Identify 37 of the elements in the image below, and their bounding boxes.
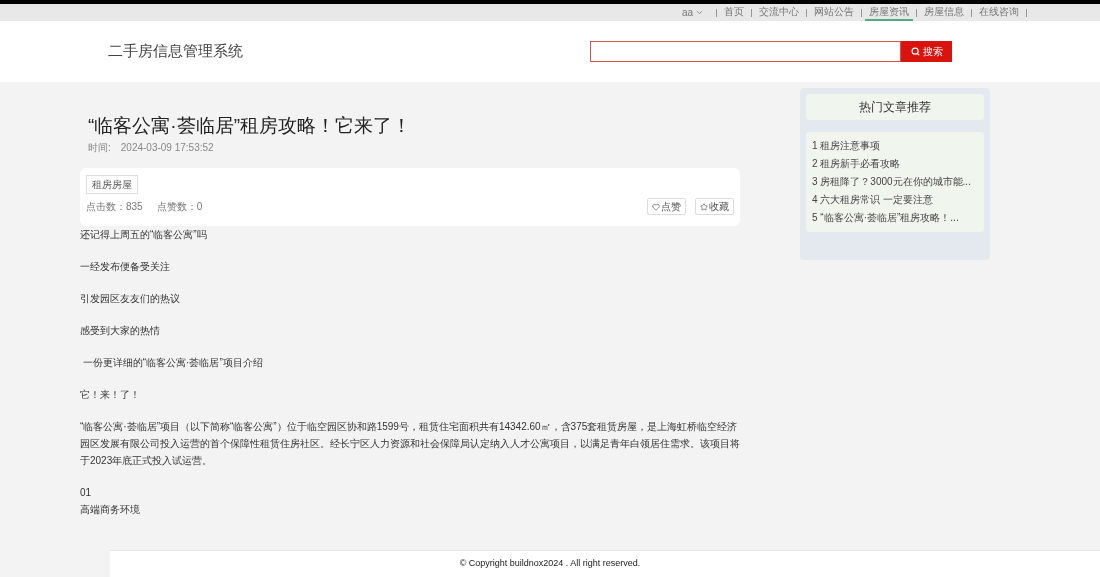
site-title: 二手房信息管理系统 — [108, 41, 243, 62]
heart-icon — [652, 202, 660, 211]
tag[interactable]: 租房房屋 — [86, 175, 138, 194]
nav-link[interactable]: 房屋信息 — [920, 4, 968, 21]
copyright: © Copyright buildnox2024 . All right reserved. — [459, 557, 641, 571]
search-icon — [910, 47, 920, 56]
article-link[interactable]: 4 六大租房常识 一定要注意 — [812, 191, 934, 209]
paragraph: 高端商务环境 — [80, 503, 141, 517]
article-link[interactable]: 1 租房注意事项 — [812, 137, 881, 155]
paragraph: 还记得上周五的“临客公寓”吗 — [80, 228, 208, 242]
paragraph: 它！来！了！ — [80, 388, 141, 402]
nav-link[interactable]: 首页 — [720, 4, 748, 21]
like-button[interactable]: 点赞 — [647, 198, 686, 215]
article-title: “临客公寓·荟临居”租房攻略！它来了！ — [88, 114, 412, 138]
nav-link[interactable]: 网站公告 — [810, 4, 858, 21]
paragraph: 01 — [80, 486, 93, 500]
paragraph: 引发园区友友们的热议 — [80, 292, 181, 306]
paragraph: 感受到大家的热情 — [80, 324, 161, 338]
article-link[interactable]: 2 租房新手必看攻略 — [812, 155, 901, 173]
time-label: 时间: — [88, 141, 111, 155]
search-button[interactable]: 搜索 — [901, 41, 952, 62]
nav-link[interactable]: 在线咨询 — [975, 4, 1023, 21]
like-count: 点赞数：0 — [156, 200, 203, 214]
chevron-down-icon — [695, 8, 704, 17]
article-link[interactable]: 3 房租降了？3000元在你的城市能... — [812, 173, 971, 191]
favorite-button[interactable]: 收藏 — [695, 198, 734, 215]
publish-time: 2024-03-09 17:53:52 — [120, 141, 214, 155]
click-count: 点击数：835 — [86, 200, 143, 214]
search-field[interactable] — [590, 41, 901, 62]
user-menu[interactable]: aa — [681, 5, 704, 20]
nav-link[interactable]: 交流中心 — [755, 4, 803, 21]
article-link[interactable]: 5 “临客公寓·荟临居”租房攻略！... — [812, 209, 959, 227]
sidebar-title: 热门文章推荐 — [806, 94, 984, 120]
paragraph: “临客公寓·荟临居”项目（以下简称“临客公寓”）位于临空园区协和路1599号，租赁住宅面积共有14342.60㎡，含375套租赁房屋，是上海虹桥临空经济园区发展有限公司投入运营的首个保障性租赁住房社区。经长宁区人力资源和社会保障局认定纳入人才公寓项目，以满足青年白领居住需求。该项目将于2023年底正式投入试运营。 — [80, 420, 740, 468]
star-icon — [700, 202, 708, 211]
paragraph: 一份更详细的“临客公寓·荟临居”项目介绍 — [81, 356, 264, 370]
paragraph: 一经发布便备受关注 — [80, 260, 171, 274]
